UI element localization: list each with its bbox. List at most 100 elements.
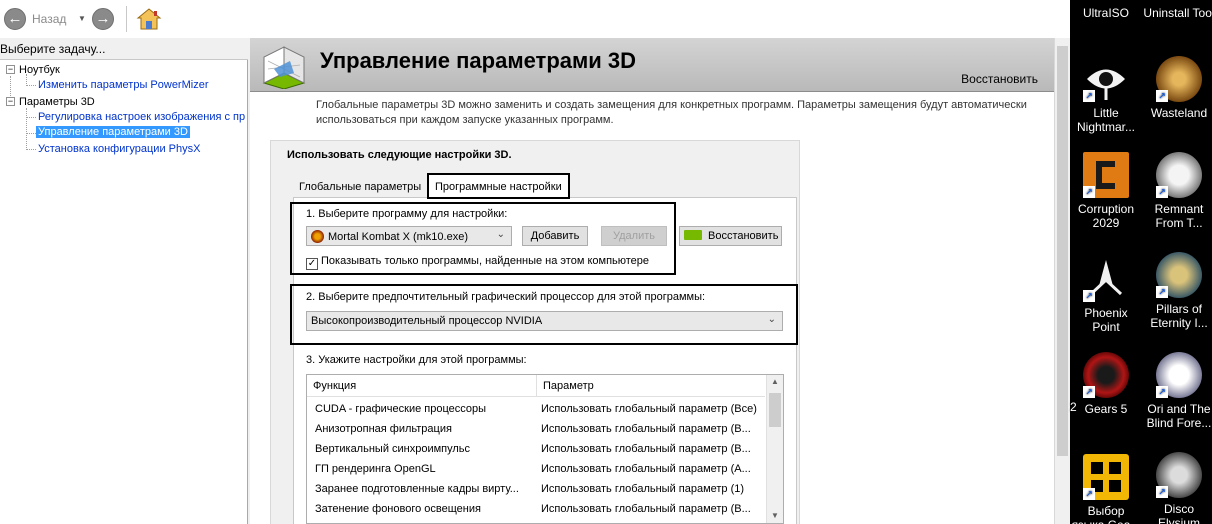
tree-connector (26, 108, 27, 150)
step3-label: 3. Укажите настройки для этой программы: (306, 354, 527, 366)
desktop-item-wasteland[interactable]: ↗ Wasteland (1142, 56, 1212, 120)
3d-settings-icon (262, 46, 306, 89)
tree-node-label: Параметры 3D (19, 96, 95, 108)
desktop-item-label: UltraISO (1082, 6, 1129, 20)
shortcut-arrow-icon: ↗ (1156, 386, 1168, 398)
remnant-icon: ↗ (1156, 152, 1202, 198)
desktop-item-gears-5[interactable]: ↗ Gears 5 (1070, 352, 1142, 416)
table-row-param[interactable]: Использовать глобальный параметр (Все) (541, 403, 765, 415)
nvidia-control-panel-window: ← Назад ▼ → Выберите задачу... − Ноутбук … (0, 0, 1070, 524)
desktop-item-little-nightmares[interactable]: ↗ Little Nightmar... (1070, 56, 1142, 134)
desktop-item-phoenix-point[interactable]: ↗ Phoenix Point (1070, 256, 1142, 334)
table-row-function[interactable]: Вертикальный синхроимпульс (315, 443, 535, 455)
desktop-item-language-select[interactable]: ↗ Выбор языка Gea... (1070, 454, 1142, 524)
tree-item-label: Установка конфигурации PhysX (38, 143, 201, 155)
table-row-param[interactable]: Использовать глобальный параметр (В... (541, 503, 765, 515)
restore-program-label: Восстановить (708, 230, 779, 242)
home-button[interactable] (136, 6, 162, 32)
scroll-down-icon[interactable]: ▼ (771, 511, 779, 520)
desktop-item-ori[interactable]: ↗ Ori and The Blind Fore... (1142, 352, 1212, 430)
desktop-item-pillars-of-eternity[interactable]: ↗ Pillars of Eternity I... (1142, 252, 1212, 330)
shortcut-arrow-icon: ↗ (1156, 90, 1168, 102)
table-row-param[interactable]: Использовать глобальный параметр (В... (541, 443, 765, 455)
desktop-item-label: Uninstall Tool (1143, 6, 1212, 20)
main-scrollbar[interactable] (1054, 38, 1070, 524)
desktop-item-uninstall-tool[interactable]: Uninstall Tool (1142, 6, 1212, 20)
desktop-item-label: Corruption 2029 (1077, 202, 1135, 230)
desktop-item-label: Выбор языка Gea... (1072, 504, 1141, 524)
home-icon (136, 8, 162, 30)
desktop-item-disco-elysium[interactable]: ↗ Disco Elysium (1142, 452, 1212, 524)
page-title: Управление параметрами 3D (320, 48, 637, 73)
shortcut-arrow-icon: ↗ (1156, 486, 1168, 498)
desktop-item-label: Pillars of Eternity I... (1150, 302, 1208, 330)
collapse-toggle-icon[interactable]: − (6, 97, 15, 106)
scroll-up-icon[interactable]: ▲ (771, 377, 779, 386)
corruption-2029-icon: ↗ (1083, 152, 1129, 198)
back-dropdown-icon[interactable]: ▼ (78, 14, 86, 23)
pillars-of-eternity-icon: ↗ (1156, 252, 1202, 298)
restore-program-button[interactable]: Восстановить (679, 226, 782, 246)
settings-heading: Использовать следующие настройки 3D. (287, 149, 512, 161)
settings-table: Функция Параметр CUDA - графические проц… (306, 374, 784, 524)
shortcut-arrow-icon: ↗ (1156, 186, 1168, 198)
page-description: Глобальные параметры 3D можно заменить и… (316, 99, 1027, 126)
wasteland-icon: ↗ (1156, 56, 1202, 102)
table-row-param[interactable]: Использовать глобальный параметр (В... (541, 423, 765, 435)
tree-item-physx[interactable]: Установка конфигурации PhysX (38, 143, 200, 155)
tree-connector (26, 149, 36, 150)
little-nightmares-icon: ↗ (1083, 56, 1129, 102)
table-row-param[interactable]: Использовать глобальный параметр (А... (541, 463, 765, 475)
ori-icon: ↗ (1156, 352, 1202, 398)
desktop-item-label: Disco Elysium (1157, 502, 1200, 524)
main-scroll-thumb[interactable] (1057, 46, 1068, 456)
nvidia-icon (684, 230, 702, 240)
gears-5-icon: ↗ (1083, 352, 1129, 398)
tree-item-powermizer[interactable]: Изменить параметры PowerMizer (38, 79, 208, 91)
desktop-item-label: Ori and The Blind Fore... (1146, 402, 1212, 430)
desktop-item-corruption-2029[interactable]: ↗ Corruption 2029 (1070, 152, 1142, 230)
desktop-stray-digit: 2 (1070, 400, 1077, 414)
tab-global-settings[interactable]: Глобальные параметры (293, 177, 427, 199)
table-row-function[interactable]: Заранее подготовленные кадры вирту... (315, 483, 535, 495)
shortcut-arrow-icon: ↗ (1156, 286, 1168, 298)
task-panel-header: Выберите задачу... (0, 38, 248, 60)
desktop-item-remnant[interactable]: ↗ Remnant From T... (1142, 152, 1212, 230)
forward-button[interactable]: → (92, 8, 114, 30)
collapse-toggle-icon[interactable]: − (6, 65, 15, 74)
table-scroll-thumb[interactable] (769, 393, 781, 427)
table-row-function[interactable]: Анизотропная фильтрация (315, 423, 535, 435)
phoenix-point-icon: ↗ (1083, 256, 1129, 302)
highlight-box (290, 284, 798, 345)
restore-defaults-link[interactable]: Восстановить (961, 72, 1038, 86)
column-header-parameter[interactable]: Параметр (537, 375, 765, 397)
language-select-icon: ↗ (1083, 454, 1129, 500)
tree-item-label: Изменить параметры PowerMizer (38, 79, 209, 91)
desktop-item-label: Phoenix Point (1084, 306, 1128, 334)
desktop-item-label: Wasteland (1150, 106, 1208, 120)
tree-connector (26, 133, 36, 134)
highlight-box (290, 202, 676, 275)
tree-node-3d-settings[interactable]: − Параметры 3D (6, 96, 95, 108)
task-panel: Выберите задачу... − Ноутбук Изменить пар… (0, 38, 248, 524)
table-row-function[interactable]: Затенение фонового освещения (315, 503, 535, 515)
shortcut-arrow-icon: ↗ (1083, 186, 1095, 198)
tree-item-label: Управление параметрами 3D (36, 126, 190, 138)
back-arrow-icon: ← (4, 8, 26, 30)
table-scrollbar[interactable]: ▲ ▼ (766, 375, 783, 523)
table-row-param[interactable]: Использовать глобальный параметр (1) (541, 483, 765, 495)
shortcut-arrow-icon: ↗ (1083, 90, 1095, 102)
tree-item-manage-3d[interactable]: Управление параметрами 3D (36, 126, 190, 138)
column-header-function[interactable]: Функция (307, 375, 537, 397)
table-row-function[interactable]: ГП рендеринга OpenGL (315, 463, 535, 475)
toolbar-separator (126, 6, 127, 32)
tab-program-settings[interactable]: Программные настройки (427, 173, 570, 199)
tree-item-image-settings[interactable]: Регулировка настроек изображения с пр (38, 111, 245, 123)
shortcut-arrow-icon: ↗ (1083, 488, 1095, 500)
disco-elysium-icon: ↗ (1156, 452, 1202, 498)
back-button[interactable]: ← Назад ▼ (4, 8, 86, 30)
desktop-item-ultraiso[interactable]: UltraISO (1070, 6, 1142, 20)
tree-node-laptop[interactable]: − Ноутбук (6, 64, 60, 76)
table-row-function[interactable]: CUDA - графические процессоры (315, 403, 535, 415)
shortcut-arrow-icon: ↗ (1083, 290, 1095, 302)
